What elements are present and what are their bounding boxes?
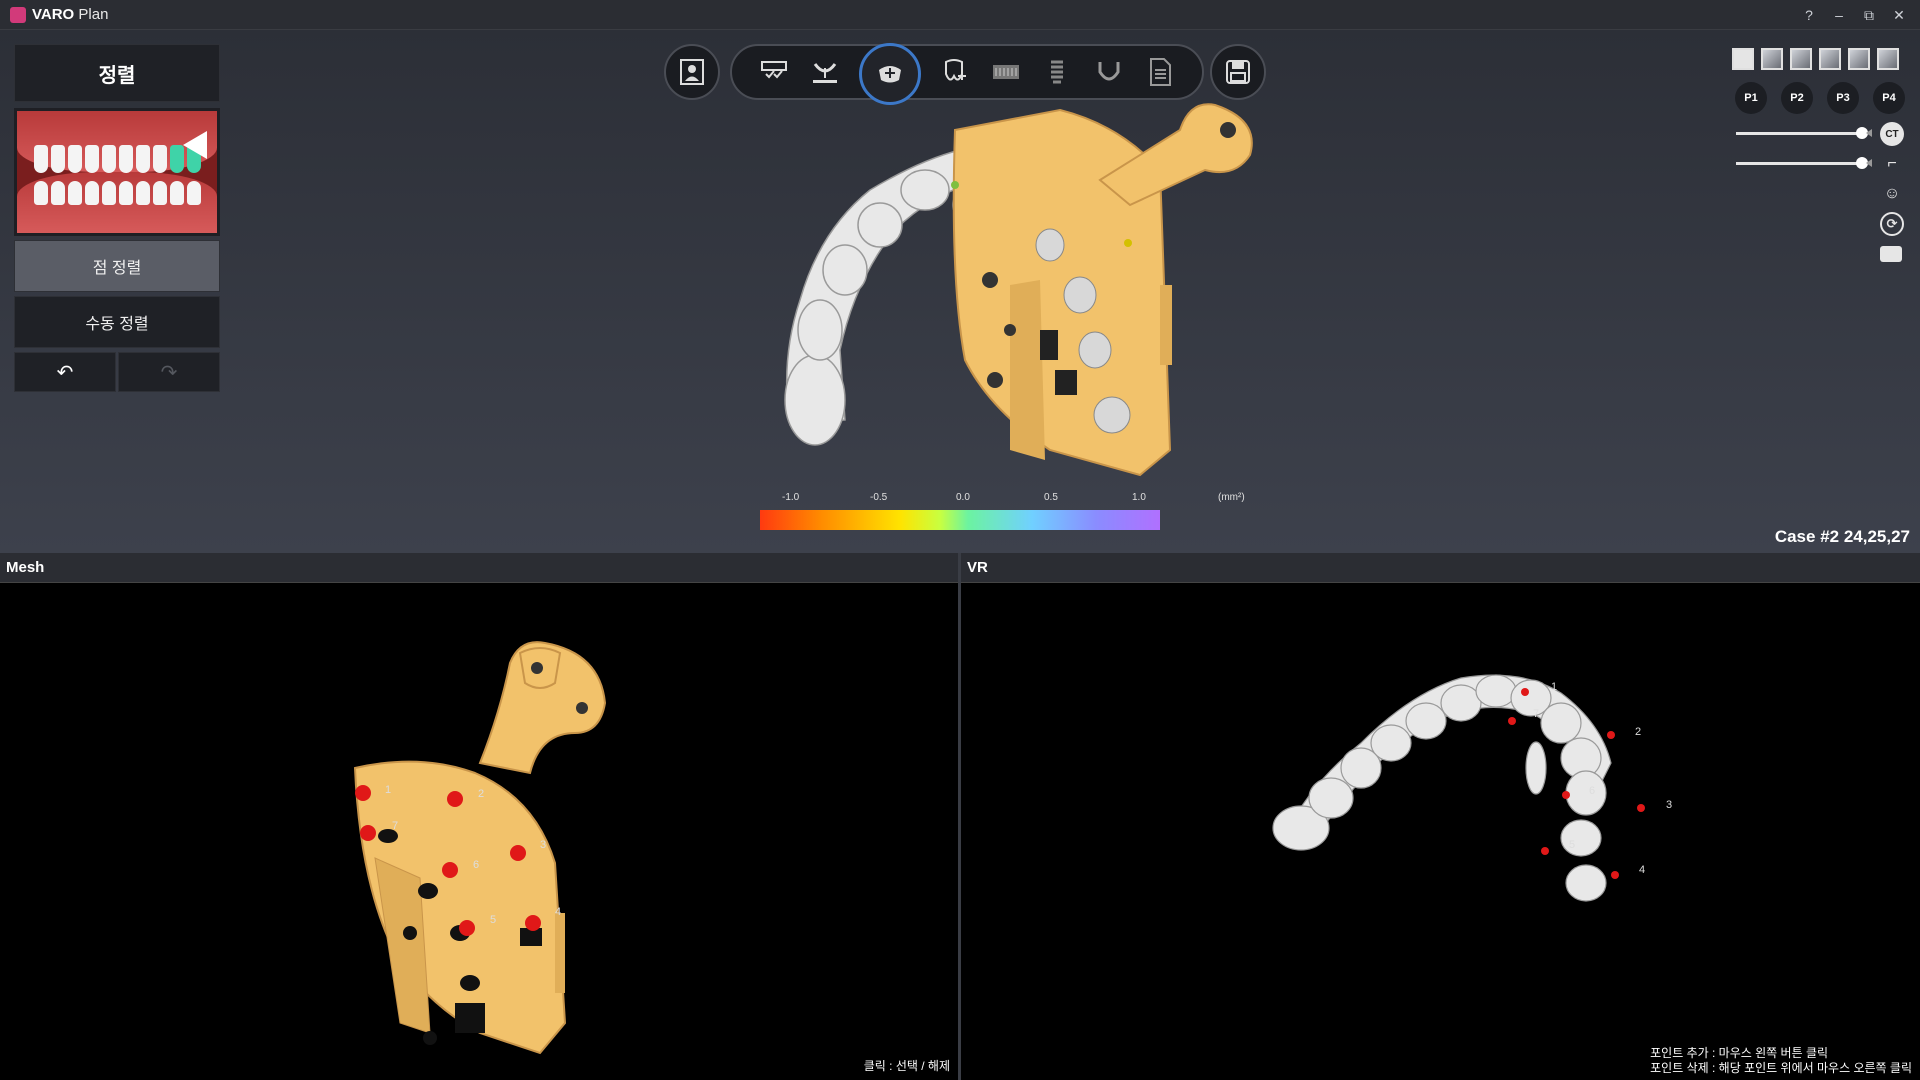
view-right-icon[interactable] (1819, 48, 1841, 70)
vr-point-2[interactable] (1607, 731, 1615, 739)
preset-p1-button[interactable]: P1 (1735, 82, 1767, 114)
restore-button[interactable]: ⧉ (1854, 3, 1884, 27)
vr-scene[interactable]: 1 2 3 4 5 6 7 (961, 583, 1920, 1080)
ct-toggle-icon[interactable]: CT (1880, 122, 1904, 146)
mesh-opacity-slider[interactable] (1736, 157, 1868, 169)
colorbar-tick: -1.0 (782, 492, 800, 503)
mesh-point-2[interactable] (447, 791, 463, 807)
mesh-toggle-icon[interactable]: ⌐ (1880, 152, 1904, 176)
view-front-icon[interactable] (1732, 48, 1754, 70)
vr-point-5[interactable] (1541, 847, 1549, 855)
colorbar-tick: 0.5 (1044, 492, 1058, 503)
vr-point-3[interactable] (1637, 804, 1645, 812)
deviation-colorbar (760, 510, 1160, 530)
point-label: 3 (1666, 799, 1672, 811)
point-label: 4 (1639, 864, 1645, 876)
mesh-point-5[interactable] (459, 920, 475, 936)
mesh-point-7[interactable] (360, 825, 376, 841)
vr-hint-line2: 포인트 삭제 : 해당 포인트 위에서 마우스 오른쪽 클릭 (1650, 1061, 1912, 1075)
point-label: 4 (555, 906, 561, 918)
face-view-icon[interactable]: ☺ (1880, 182, 1904, 206)
point-label: 7 (1533, 708, 1539, 720)
mesh-point-4[interactable] (525, 915, 541, 931)
mesh-point-1[interactable] (355, 785, 371, 801)
vr-dental-arch (1272, 674, 1612, 902)
slider-tip-icon (1866, 159, 1872, 167)
main-3d-scene[interactable] (0, 30, 1920, 553)
point-label: 2 (478, 788, 484, 800)
colorbar-tick: 0.0 (956, 492, 970, 503)
preset-p4-button[interactable]: P4 (1873, 82, 1905, 114)
close-button[interactable]: ✕ (1884, 3, 1914, 27)
minimize-button[interactable]: – (1824, 3, 1854, 27)
view-cube-group (1732, 48, 1899, 70)
colorbar-unit: (mm²) (1218, 492, 1245, 503)
mesh-point-3[interactable] (510, 845, 526, 861)
view-bottom-icon[interactable] (1877, 48, 1899, 70)
ct-opacity-slider[interactable] (1736, 127, 1868, 139)
colorbar-tick: -0.5 (870, 492, 888, 503)
view-back-icon[interactable] (1761, 48, 1783, 70)
point-label: 1 (385, 784, 391, 796)
vr-point-7[interactable] (1508, 717, 1516, 725)
point-label: 1 (1551, 681, 1557, 693)
vr-point-6[interactable] (1562, 791, 1570, 799)
point-label: 6 (1589, 785, 1595, 797)
app-title: VARO Plan (32, 6, 109, 23)
vr-point-4[interactable] (1611, 871, 1619, 879)
mesh-point-6[interactable] (442, 862, 458, 878)
vr-point-1[interactable] (1521, 688, 1529, 696)
title-bar: VARO Plan ? – ⧉ ✕ (0, 0, 1920, 30)
preset-p2-button[interactable]: P2 (1781, 82, 1813, 114)
colorbar-tick: 1.0 (1132, 492, 1146, 503)
main-3d-viewport[interactable]: 정렬 점 정렬 수동 정렬 ↶ ↷ P1 P2 P3 P4 CT ⌐ ☺ ⟳ -… (0, 30, 1920, 553)
case-label: Case #2 24,25,27 (1774, 527, 1910, 546)
preset-group: P1 P2 P3 P4 (1735, 82, 1905, 114)
vr-pane-title: VR (961, 553, 1920, 583)
mesh-viewport[interactable]: Mesh 1 2 3 4 5 6 7 클릭 : 선택 / 해제 (0, 553, 958, 1080)
point-label: 7 (392, 820, 398, 832)
vr-viewport[interactable]: VR 1 2 3 4 5 6 7 포인트 추가: 마우스 왼쪽 버튼 클릭 포… (961, 553, 1920, 1080)
reset-view-icon[interactable]: ⟳ (1880, 212, 1904, 236)
point-label: 6 (473, 859, 479, 871)
view-top-icon[interactable] (1848, 48, 1870, 70)
mesh-pane-title: Mesh (0, 553, 958, 583)
camera-icon[interactable] (1880, 246, 1902, 262)
app-logo-icon (10, 7, 26, 23)
preset-p3-button[interactable]: P3 (1827, 82, 1859, 114)
point-label: 5 (490, 914, 496, 926)
point-label: 5 (1569, 839, 1575, 851)
point-label: 3 (540, 839, 546, 851)
mesh-guide-model (353, 641, 607, 1055)
mesh-hint: 클릭 : 선택 / 해제 (863, 1059, 950, 1073)
point-label: 2 (1635, 726, 1641, 738)
vr-hint: 포인트 추가 : 마우스 왼쪽 버튼 클릭 포인트 삭제 : 해당 포인트 위에… (1650, 1046, 1912, 1076)
mesh-scene[interactable]: 1 2 3 4 5 6 7 (0, 583, 958, 1080)
vr-hint-line1: 포인트 추가 : 마우스 왼쪽 버튼 클릭 (1650, 1046, 1829, 1060)
help-button[interactable]: ? (1794, 3, 1824, 27)
view-left-icon[interactable] (1790, 48, 1812, 70)
colorbar-labels: -1.0 -0.5 0.0 0.5 1.0 (mm²) (760, 492, 1245, 506)
slider-tip-icon (1866, 129, 1872, 137)
